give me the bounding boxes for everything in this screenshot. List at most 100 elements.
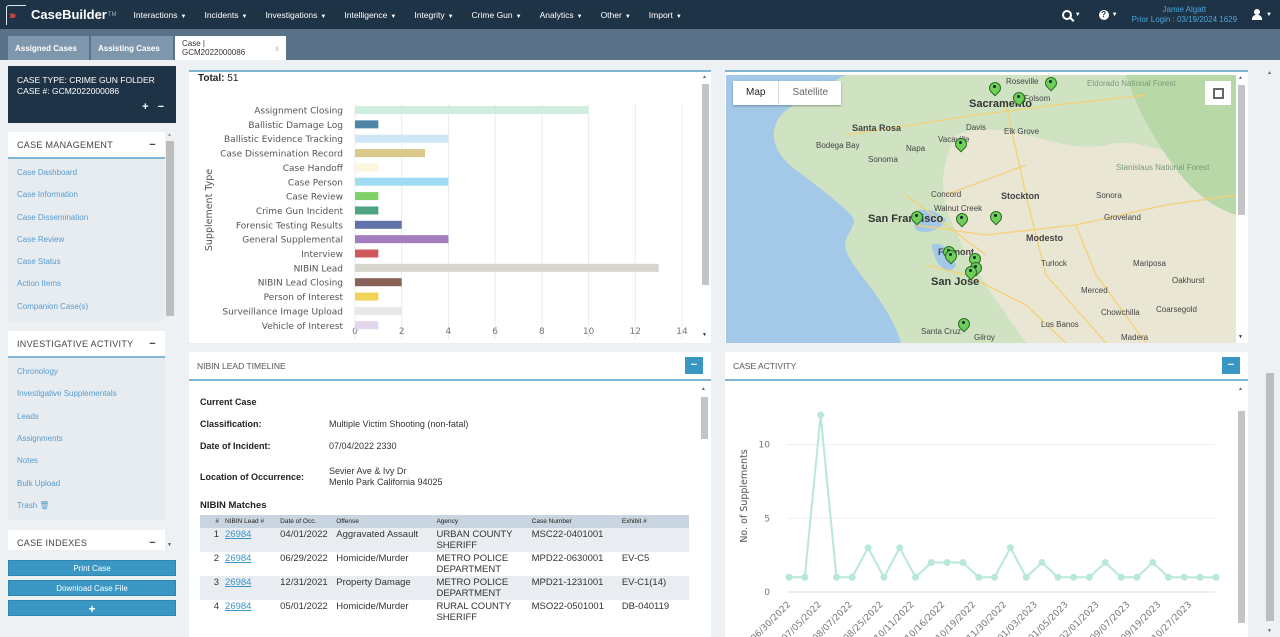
collapse-panel-button[interactable]: − [685, 357, 703, 374]
bar-vehicle-of-interest[interactable] [355, 321, 379, 330]
map-marker-icon[interactable] [1045, 77, 1055, 93]
data-point[interactable] [1070, 573, 1078, 581]
sidebar-item-chronology[interactable]: Chronology [8, 361, 165, 383]
data-point[interactable] [1196, 573, 1204, 581]
data-point[interactable] [1165, 573, 1173, 581]
data-point[interactable] [848, 573, 856, 581]
bar-nibin-lead-closing[interactable] [355, 278, 402, 287]
data-point[interactable] [912, 573, 920, 581]
bar-ballistic-damage-log[interactable] [355, 120, 379, 129]
download-case-file-button[interactable]: Download Case File [8, 580, 176, 596]
sidebar-item-bulk-upload[interactable]: Bulk Upload [8, 473, 165, 495]
panel-scroll-down[interactable]: ▼ [702, 332, 707, 338]
table-row[interactable]: 3 26984 12/31/2021 Property Damage METRO POL… [200, 576, 689, 600]
data-point[interactable] [1022, 573, 1030, 581]
section-case-management[interactable]: CASE MANAGEMENT − [8, 132, 165, 159]
nav-import[interactable]: Import ▼ [640, 10, 691, 20]
data-point[interactable] [832, 573, 840, 581]
nav-incidents[interactable]: Incidents ▼ [195, 10, 256, 20]
map-marker-icon[interactable] [989, 82, 999, 98]
map-marker-icon[interactable] [1013, 92, 1023, 108]
map-panel-scrollbar[interactable] [1238, 85, 1245, 215]
user-info[interactable]: Jamie Algatt Prior Login : 03/19/2024 16… [1132, 5, 1237, 25]
sidebar-item-case-review[interactable]: Case Review [8, 229, 165, 251]
sidebar-item-case-information[interactable]: Case Information [8, 184, 165, 206]
table-row[interactable]: 2 26984 06/29/2022 Homicide/Murder METRO POL… [200, 552, 689, 576]
bar-assignment-closing[interactable] [355, 106, 589, 114]
data-point[interactable] [1212, 573, 1220, 581]
user-menu-button[interactable]: ▼ [1251, 9, 1272, 20]
data-point[interactable] [975, 573, 983, 581]
map-marker-icon[interactable] [965, 266, 975, 282]
nibin-lead-link[interactable]: 26984 [225, 601, 251, 612]
map-scroll-down[interactable]: ▼ [1238, 334, 1243, 340]
panel-scrollbar[interactable] [1238, 411, 1245, 623]
data-point[interactable] [1133, 573, 1141, 581]
print-case-button[interactable]: Print Case [8, 560, 176, 576]
sidebar-item-assignments[interactable]: Assignments [8, 428, 165, 450]
column-header-nibin-lead[interactable]: NIBIN Lead # [222, 515, 278, 528]
bar-case-review[interactable] [355, 192, 379, 201]
panel-scrollbar[interactable] [702, 84, 709, 285]
tab-assigned-cases[interactable]: Assigned Cases [8, 36, 89, 60]
table-row[interactable]: 1 26984 04/01/2022 Aggravated Assault URBAN … [200, 528, 689, 552]
bar-person-of-interest[interactable] [355, 292, 379, 301]
sidebar-item-trash[interactable]: Trash 🗑 [8, 495, 165, 517]
page-scroll-up[interactable]: ▲ [1267, 70, 1272, 76]
nav-other[interactable]: Other ▼ [592, 10, 640, 20]
data-point[interactable] [1006, 544, 1014, 552]
panel-scrollbar[interactable] [701, 397, 708, 439]
nav-investigations[interactable]: Investigations ▼ [256, 10, 335, 20]
data-point[interactable] [1180, 573, 1188, 581]
data-point[interactable] [880, 573, 888, 581]
nav-crime-gun[interactable]: Crime Gun ▼ [463, 10, 531, 20]
close-tab-icon[interactable]: x [275, 44, 279, 53]
bar-case-dissemination-record[interactable] [355, 149, 426, 158]
nibin-lead-link[interactable]: 26984 [225, 529, 251, 540]
bar-forensic-testing-results[interactable] [355, 220, 402, 229]
sidebar-scroll-down[interactable]: ▼ [167, 542, 172, 548]
map-scroll-up[interactable]: ▲ [1238, 75, 1243, 81]
sidebar-scroll-up[interactable]: ▲ [167, 132, 172, 138]
sidebar-item-companion-case-s[interactable]: Companion Case(s) [8, 296, 165, 318]
data-point[interactable] [1101, 559, 1109, 566]
column-header-number[interactable]: # [200, 515, 223, 528]
sidebar-scrollbar[interactable] [166, 141, 174, 316]
nibin-lead-link[interactable]: 26984 [225, 553, 251, 564]
map-view-button[interactable]: Map [733, 81, 780, 105]
data-point[interactable] [927, 559, 935, 566]
map-marker-icon[interactable] [911, 211, 921, 227]
case-locations-map[interactable]: Map Satellite Sacramento Santa Rosa Bodega… [726, 75, 1236, 343]
bar-crime-gun-incident[interactable] [355, 206, 379, 215]
collapse-icon[interactable]: − [149, 338, 156, 350]
data-point[interactable] [1117, 573, 1125, 581]
data-point[interactable] [943, 559, 951, 566]
page-scrollbar[interactable] [1266, 373, 1274, 621]
column-header-exhibit[interactable]: Exhibit # [618, 515, 689, 528]
help-menu-button[interactable]: ? ▼ [1098, 9, 1118, 20]
sidebar-item-notes[interactable]: Notes [8, 450, 165, 472]
map-marker-icon[interactable] [958, 318, 968, 334]
data-point[interactable] [896, 544, 904, 552]
data-point[interactable] [864, 544, 872, 552]
data-point[interactable] [817, 411, 825, 419]
map-marker-icon[interactable] [990, 211, 1000, 227]
map-marker-icon[interactable] [955, 138, 965, 154]
bar-surveillance-image-upload[interactable] [355, 306, 402, 315]
panel-scroll-up[interactable]: ▲ [1238, 386, 1243, 392]
nav-interactions[interactable]: Interactions ▼ [125, 10, 196, 20]
data-point[interactable] [1149, 559, 1157, 566]
nibin-lead-link[interactable]: 26984 [225, 577, 251, 588]
data-point[interactable] [801, 573, 809, 581]
add-button[interactable]: + [8, 600, 176, 616]
bar-ballistic-evidence-tracking[interactable] [355, 134, 449, 143]
expand-collapse-all-button[interactable]: + − [142, 102, 167, 113]
collapse-icon[interactable]: − [149, 537, 156, 549]
data-point[interactable] [785, 573, 793, 581]
search-menu-button[interactable]: ▼ [1061, 9, 1081, 20]
data-point[interactable] [1054, 573, 1062, 581]
satellite-view-button[interactable]: Satellite [779, 81, 841, 105]
data-point[interactable] [1085, 573, 1093, 581]
data-point[interactable] [1038, 559, 1046, 566]
tab-assisting-cases[interactable]: Assisting Cases [91, 36, 173, 60]
